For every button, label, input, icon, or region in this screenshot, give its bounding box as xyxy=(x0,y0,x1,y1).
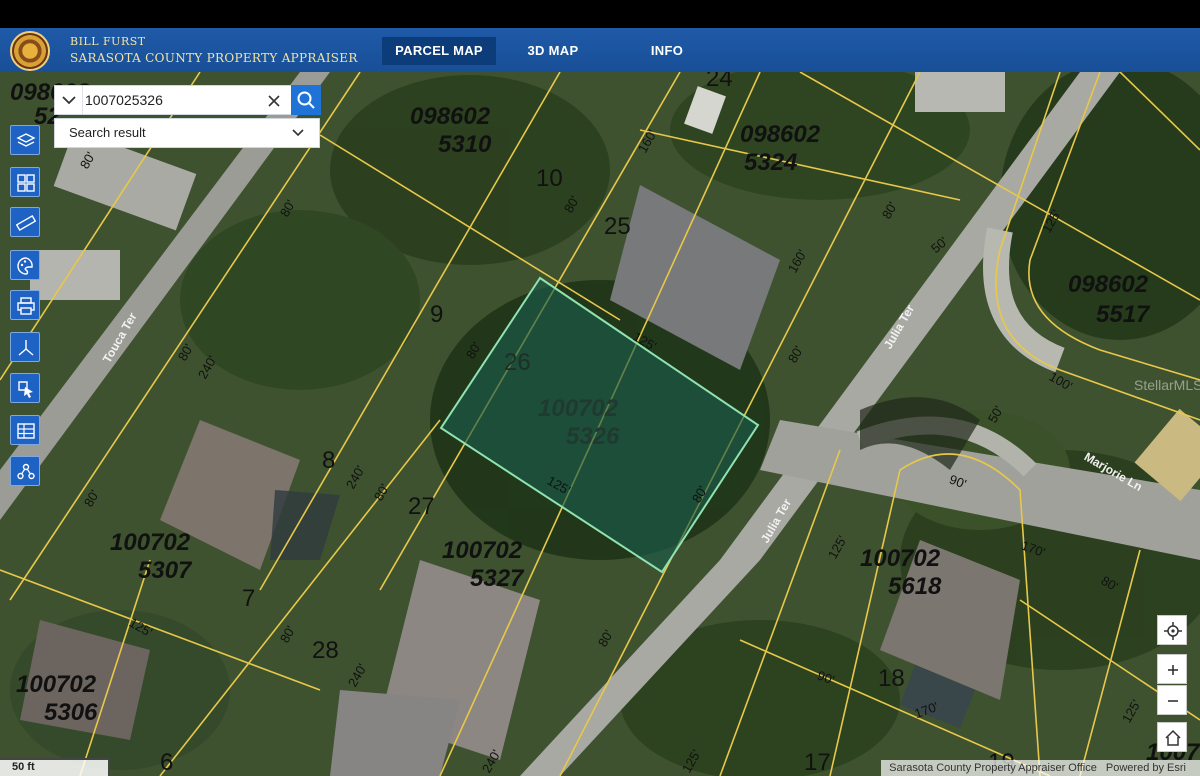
home-button[interactable] xyxy=(1157,722,1187,752)
share-icon xyxy=(17,463,35,480)
home-icon xyxy=(1165,729,1181,746)
search-input[interactable] xyxy=(85,89,261,111)
brand-title: SARASOTA COUNTY PROPERTY APPRAISER xyxy=(70,51,358,65)
top-bar xyxy=(0,0,1200,28)
basemap-grid-icon xyxy=(17,174,35,192)
parcel-label-7: 100702 xyxy=(442,537,523,564)
lot-24: 24 xyxy=(706,72,733,92)
table-icon xyxy=(17,423,35,439)
table-button[interactable] xyxy=(10,415,40,445)
tab-info[interactable]: INFO xyxy=(628,37,706,65)
lot-27: 27 xyxy=(408,493,435,520)
layers-button[interactable] xyxy=(10,125,40,155)
chevron-down-icon[interactable] xyxy=(55,86,83,114)
print-icon xyxy=(17,297,35,315)
close-icon[interactable] xyxy=(263,90,285,112)
search-result-dropdown[interactable]: Search result xyxy=(54,118,320,148)
lot-28: 28 xyxy=(312,637,339,664)
aerial-map[interactable]: 098602 52 098602 5310 098602 5324 098602… xyxy=(0,72,1200,776)
watermark: StellarMLS xyxy=(1134,377,1200,393)
measure-icon xyxy=(16,214,36,232)
lot-6: 6 xyxy=(160,749,173,776)
search-button[interactable] xyxy=(291,85,321,115)
scale-label: 50 ft xyxy=(12,761,35,773)
scale-bar: 50 ft xyxy=(0,758,110,776)
parcel-label-9b: 5306 xyxy=(44,699,98,726)
parcel-label-5b: 5326 xyxy=(566,423,620,450)
parcel-label-6: 100702 xyxy=(110,529,191,556)
parcel-label-3: 098602 xyxy=(740,121,821,148)
lot-8: 8 xyxy=(322,447,335,474)
lot-9: 9 xyxy=(430,301,443,328)
parcel-label-9: 100702 xyxy=(16,671,97,698)
lot-7: 7 xyxy=(242,585,255,612)
locate-button[interactable] xyxy=(1157,615,1187,645)
basemap-button[interactable] xyxy=(10,167,40,197)
print-button[interactable] xyxy=(10,290,40,320)
parcel-label-8b: 5618 xyxy=(888,573,942,600)
parcel-label-2: 098602 xyxy=(410,103,491,130)
tab-3d-map[interactable]: 3D MAP xyxy=(508,37,598,65)
search-result-label: Search result xyxy=(69,125,146,140)
chevron-down-icon xyxy=(292,129,304,137)
search-icon xyxy=(297,91,315,109)
coordinate-icon xyxy=(18,340,34,356)
lot-25: 25 xyxy=(604,213,631,240)
attribution-office: Sarasota County Property Appraiser Offic… xyxy=(889,762,1097,774)
attribution-powered[interactable]: Powered by Esri xyxy=(1106,762,1186,774)
share-button[interactable] xyxy=(10,456,40,486)
map-view[interactable]: 098602 52 098602 5310 098602 5324 098602… xyxy=(0,72,1200,776)
style-button[interactable] xyxy=(10,250,40,280)
layers-icon xyxy=(16,133,36,147)
attribution: Sarasota County Property Appraiser Offic… xyxy=(881,760,1200,776)
lot-26: 26 xyxy=(504,349,531,376)
select-button[interactable] xyxy=(10,373,40,403)
parcel-label-5: 100702 xyxy=(538,395,619,422)
lot-18: 18 xyxy=(878,665,905,692)
parcel-label-3b: 5324 xyxy=(744,149,797,176)
parcel-label-4b: 5517 xyxy=(1096,301,1151,328)
app-header: BILL FURST SARASOTA COUNTY PROPERTY APPR… xyxy=(0,28,1200,72)
locate-icon xyxy=(1164,622,1182,640)
tab-parcel-map[interactable]: PARCEL MAP xyxy=(382,37,496,65)
parcel-label-8: 100702 xyxy=(860,545,941,572)
brand: BILL FURST SARASOTA COUNTY PROPERTY APPR… xyxy=(70,34,358,66)
parcel-label-4: 098602 xyxy=(1068,271,1149,298)
style-palette-icon xyxy=(17,257,33,275)
zoom-out-button[interactable] xyxy=(1157,685,1187,715)
search-bar xyxy=(54,85,321,115)
zoom-out-icon xyxy=(1168,700,1178,702)
lot-10: 10 xyxy=(536,165,563,192)
brand-name: BILL FURST xyxy=(70,35,146,48)
select-icon xyxy=(18,381,33,398)
coordinate-button[interactable] xyxy=(10,332,40,362)
parcel-label-6b: 5307 xyxy=(138,557,193,584)
lot-17: 17 xyxy=(804,749,831,776)
zoom-in-button[interactable] xyxy=(1157,654,1187,684)
county-seal-logo xyxy=(10,31,50,71)
measure-button[interactable] xyxy=(10,207,40,237)
parcel-label-2b: 5310 xyxy=(438,131,492,158)
parcel-label-7b: 5327 xyxy=(470,565,525,592)
zoom-in-icon xyxy=(1168,665,1178,675)
